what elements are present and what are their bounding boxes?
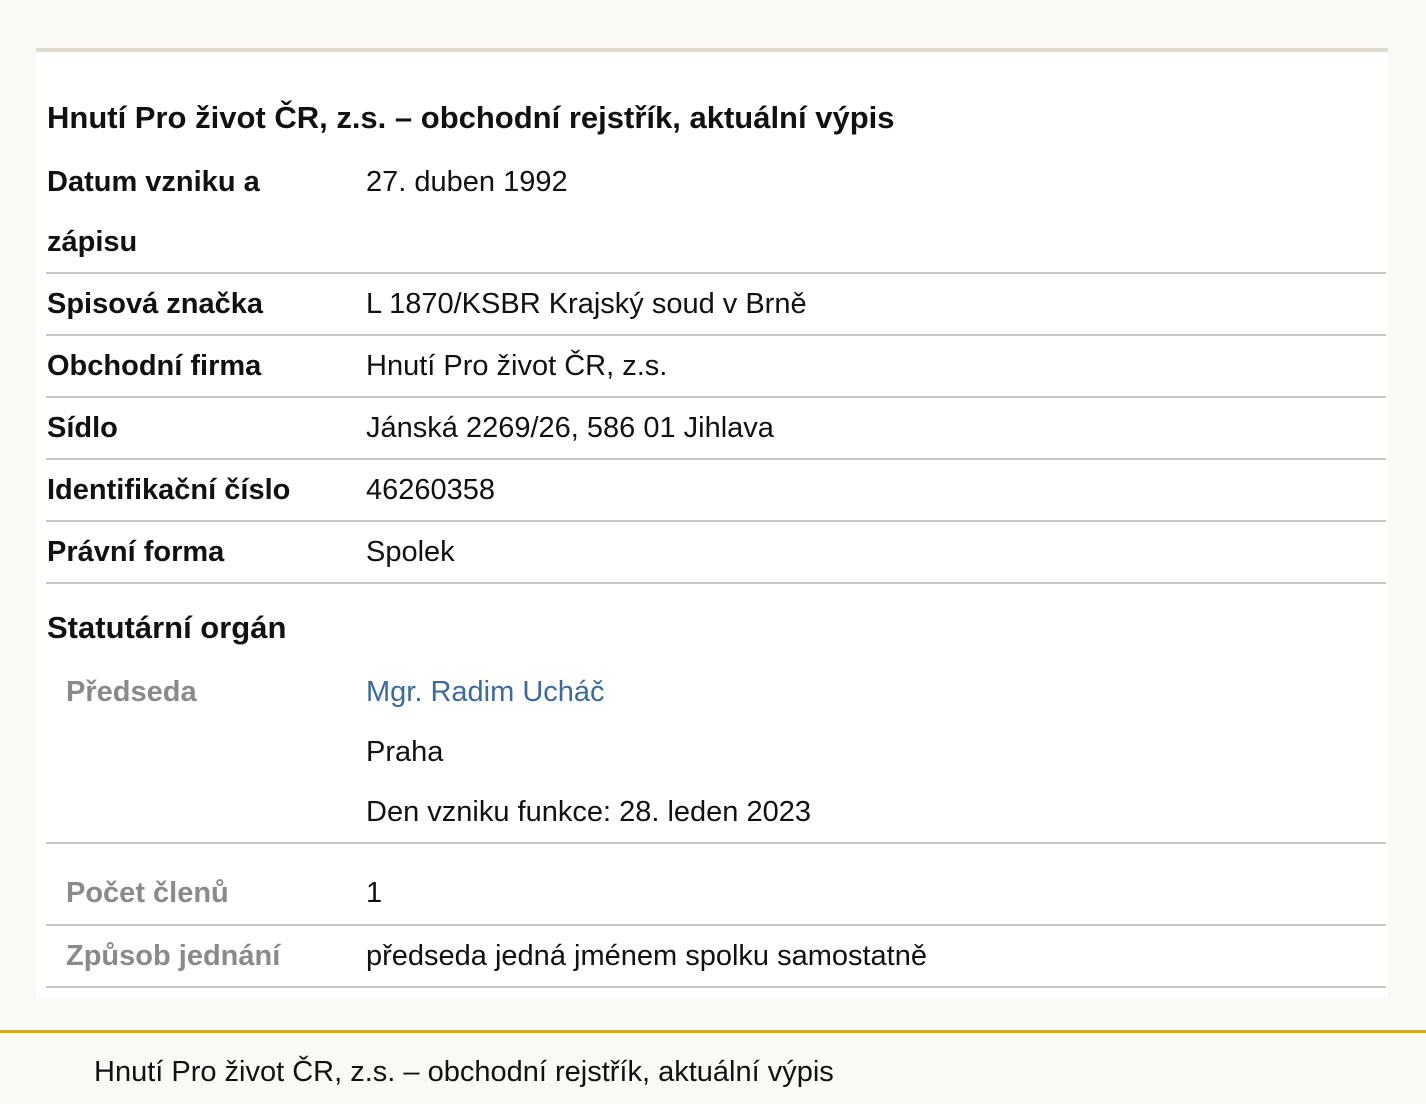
label-datum-vzniku-line2: zápisu [47,226,138,258]
row-zpusob-jednani: Způsob jednání předseda jedná jménem spo… [46,926,1386,988]
row-spisova-znacka: Spisová značka L 1870/KSBR Krajský soud … [46,274,1386,336]
value-ico: 46260358 [366,474,496,506]
row-datum-vzniku: Datum vzniku a zápisu 27. duben 1992 [46,152,1386,274]
label-sidlo: Sídlo [47,412,118,444]
label-obchodni-firma: Obchodní firma [47,350,262,382]
value-datum-vzniku: 27. duben 1992 [366,166,568,198]
value-pravni-forma: Spolek [366,536,455,568]
label-pocet-clenu: Počet členů [66,877,229,909]
label-datum-vzniku-line1: Datum vzniku a [47,166,260,198]
label-spisova-znacka: Spisová značka [47,288,263,320]
row-sidlo: Sídlo Jánská 2269/26, 586 01 Jihlava [46,398,1386,460]
value-sidlo: Jánská 2269/26, 586 01 Jihlava [366,412,774,444]
label-ico: Identifikační číslo [47,474,291,506]
label-predseda: Předseda [66,676,197,708]
section-title-statutarni-organ: Statutární orgán [47,610,287,645]
label-pravni-forma: Právní forma [47,536,225,568]
page-title: Hnutí Pro život ČR, z.s. – obchodní rejs… [47,100,895,135]
row-pravni-forma: Právní forma Spolek [46,522,1386,584]
row-ico: Identifikační číslo 46260358 [46,460,1386,522]
row-predseda: Předseda Mgr. Radim Ucháč Praha Den vzni… [46,660,1386,844]
row-pocet-clenu: Počet členů 1 [46,844,1386,926]
value-obchodni-firma: Hnutí Pro život ČR, z.s. [366,350,668,382]
predseda-name-link[interactable]: Mgr. Radim Ucháč [366,676,605,708]
label-zpusob-jednani: Způsob jednání [66,940,281,972]
value-predseda-city: Praha [366,736,444,768]
value-predseda-function-start: Den vzniku funkce: 28. leden 2023 [366,796,811,828]
value-predseda-name: Mgr. Radim Ucháč [366,662,605,722]
value-zpusob-jednani: předseda jedná jménem spolku samostatně [366,940,927,972]
row-obchodni-firma: Obchodní firma Hnutí Pro život ČR, z.s. [46,336,1386,398]
footer: Hnutí Pro život ČR, z.s. – obchodní rejs… [0,1030,1426,1104]
footer-text: Hnutí Pro život ČR, z.s. – obchodní rejs… [94,1056,834,1088]
value-pocet-clenu: 1 [366,877,383,909]
value-spisova-znacka: L 1870/KSBR Krajský soud v Brně [366,288,807,320]
